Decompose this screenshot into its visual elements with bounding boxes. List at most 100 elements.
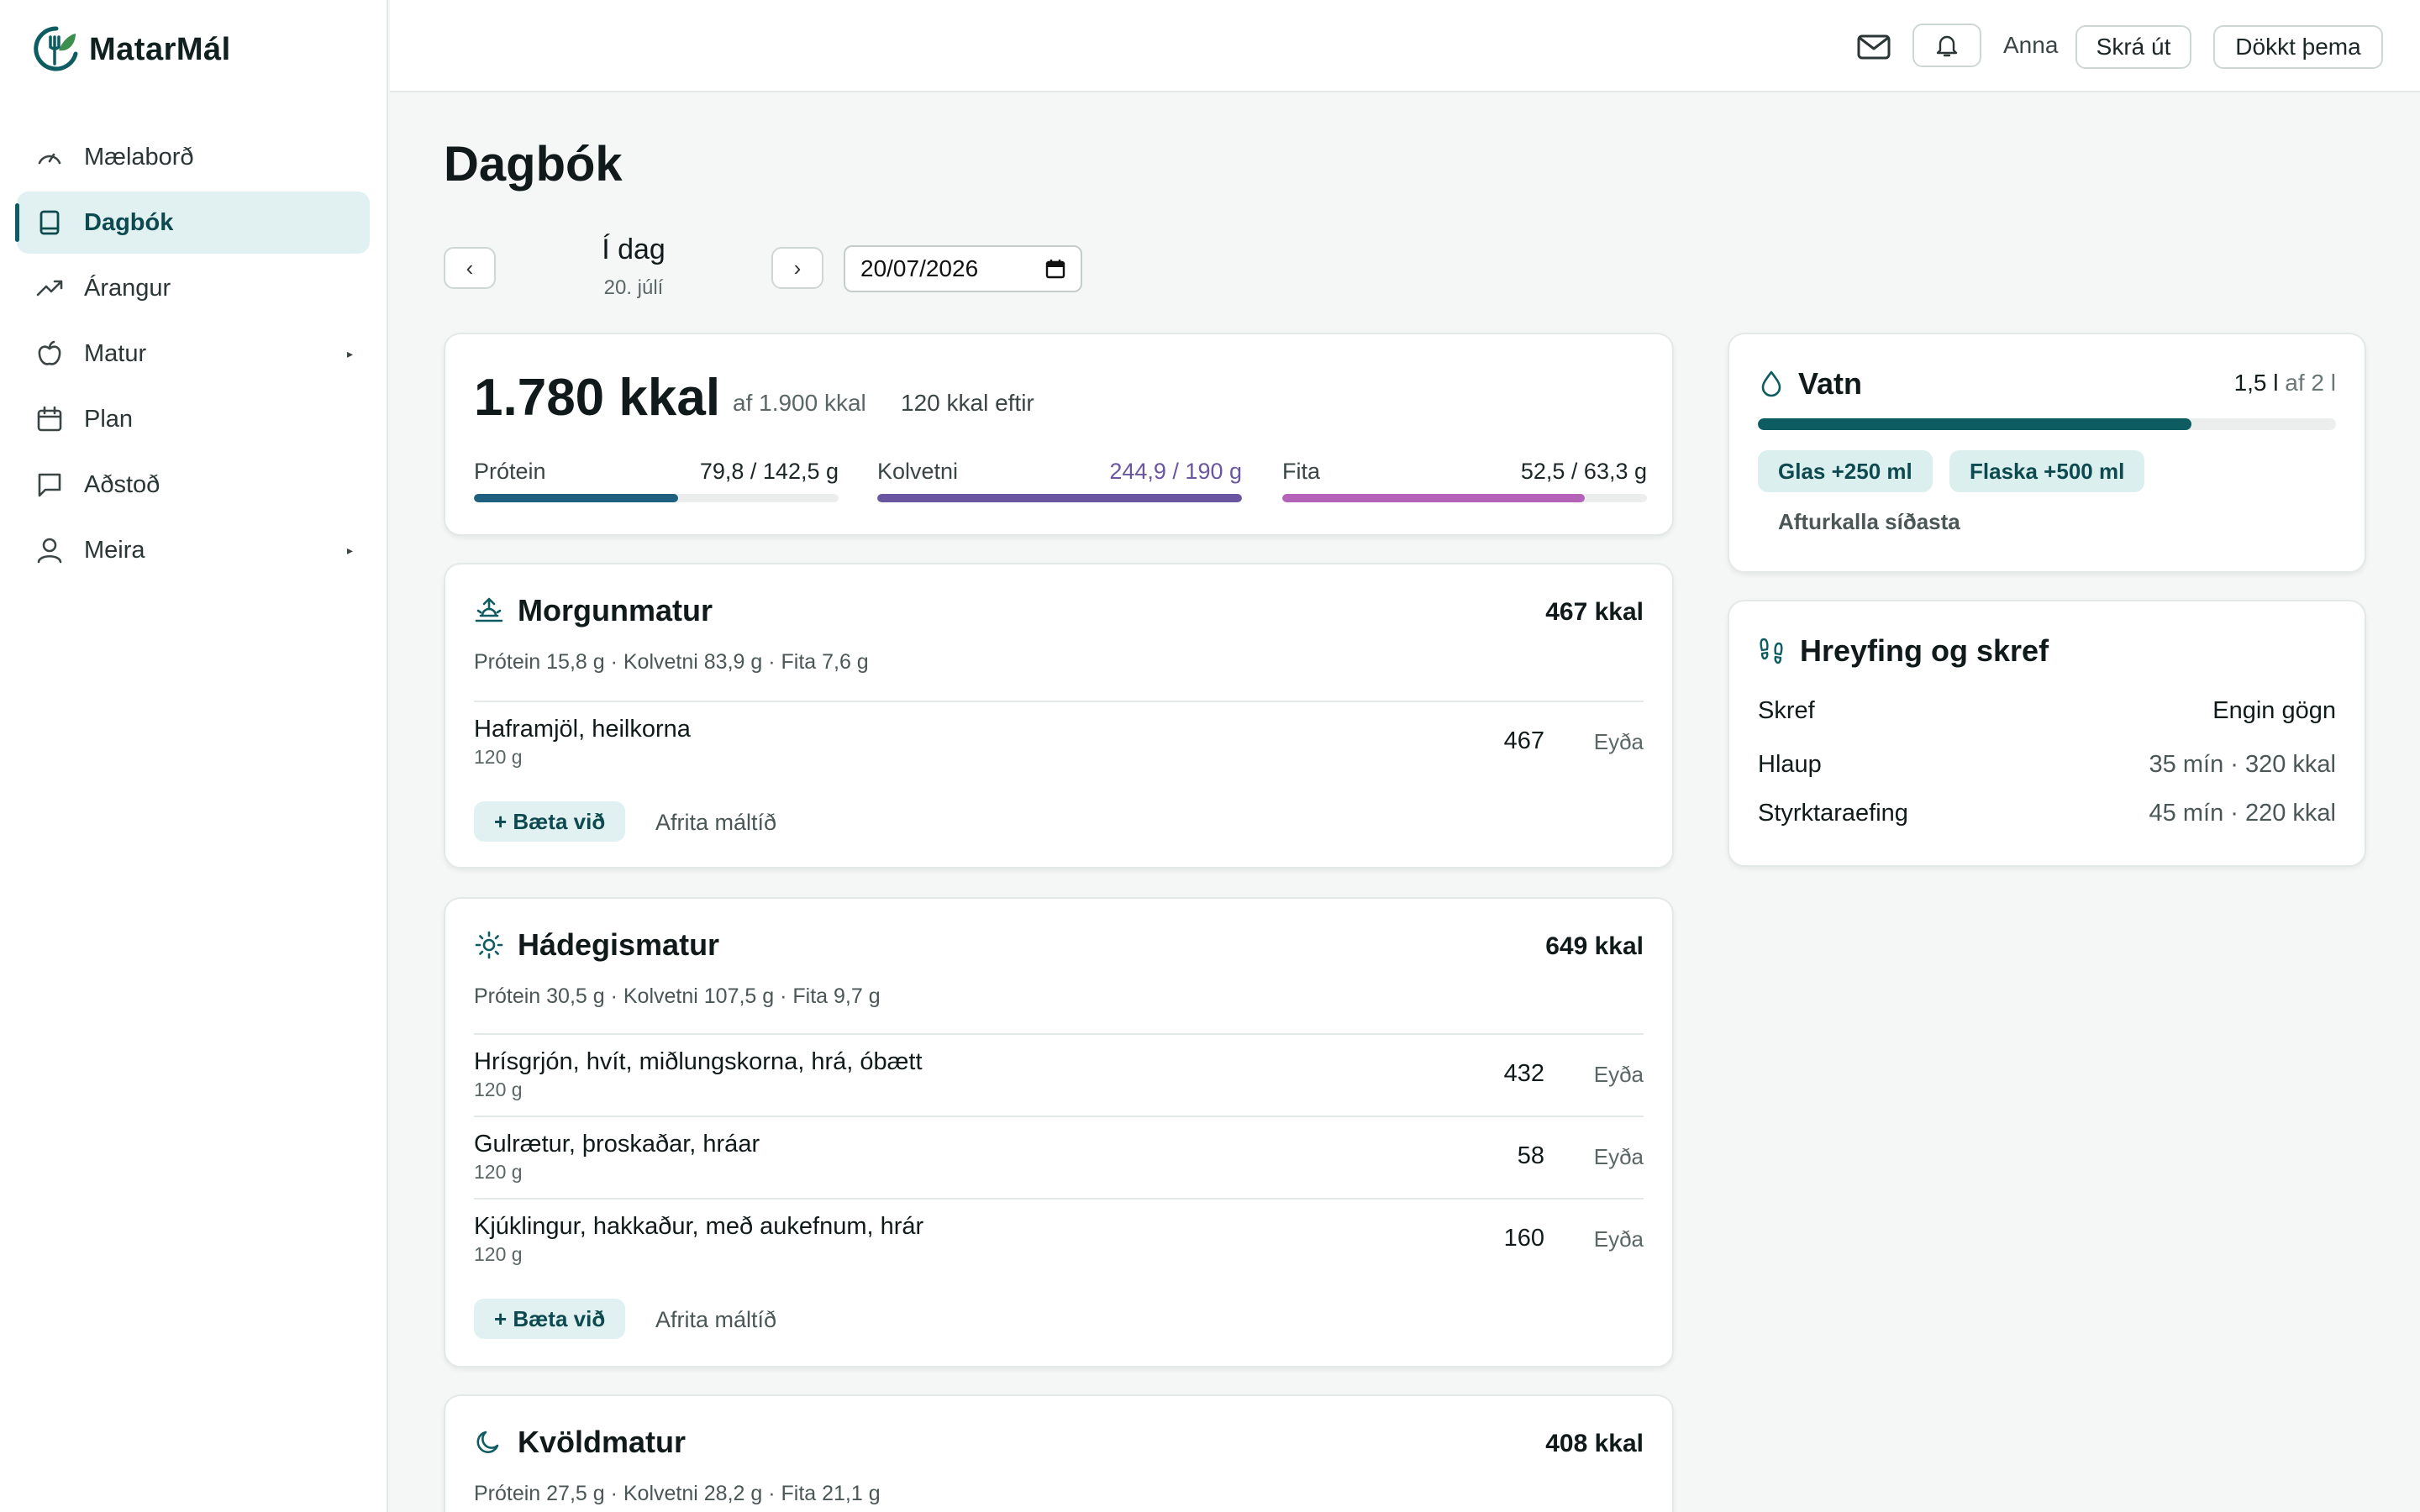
activity-card: Hreyfing og skref Skref Engin gögn Hlaup…: [1728, 600, 2366, 867]
water-drop-icon: [1761, 370, 1781, 397]
activity-label: Hlaup: [1758, 751, 1822, 778]
food-quantity: 120 g: [474, 1161, 523, 1183]
food-row: Gulrætur, þroskaðar, hráar 120 g 58 Eyða: [474, 1117, 1644, 1198]
macro-value: 52,5 / 63,3 g: [1520, 459, 1647, 484]
moon-icon: [476, 1431, 499, 1453]
macro-progress-track: [877, 494, 1242, 502]
date-text: 20. júlí: [603, 276, 664, 299]
meal-header: Kvöldmatur: [474, 1425, 686, 1460]
sunrise-icon: [475, 597, 503, 622]
activity-value: 35 mín · 320 kkal: [2149, 751, 2336, 778]
food-name: Gulrætur, þroskaðar, hráar: [474, 1131, 760, 1158]
mail-icon[interactable]: [1856, 30, 1891, 64]
meal-header: Morgunmatur: [474, 593, 713, 628]
chevron-right-icon: ▸: [346, 543, 353, 557]
app-logo[interactable]: MatarMál: [34, 25, 231, 74]
activity-label: Skref: [1758, 697, 1815, 724]
copy-meal-button[interactable]: Afrita máltíð: [655, 810, 776, 836]
meal-card-breakfast: Morgunmatur 467 kkal Prótein 15,8 g · Ko…: [444, 563, 1674, 869]
date-input[interactable]: 20/07/2026: [844, 245, 1082, 292]
water-progress-track: [1758, 418, 2336, 430]
undo-last-button[interactable]: Afturkalla síðasta: [1778, 509, 1960, 535]
day-label: Í dag: [602, 234, 666, 265]
sun-icon: [475, 931, 503, 959]
food-name: Hrísgrjón, hvít, miðlungskorna, hrá, óbæ…: [474, 1048, 923, 1075]
calendar-icon[interactable]: [1045, 259, 1065, 279]
sidebar-item-label: Árangur: [84, 274, 171, 302]
activity-label: Styrktaraefing: [1758, 800, 1908, 827]
food-row: Kjúklingur, hakkaður, með aukefnum, hrár…: [474, 1200, 1644, 1280]
meal-title: Hádegismatur: [518, 927, 720, 962]
activity-title: Hreyfing og skref: [1800, 633, 2049, 668]
copy-meal-button[interactable]: Afrita máltíð: [655, 1307, 776, 1333]
delete-food-button[interactable]: Eyða: [1594, 729, 1644, 755]
add-glass-button[interactable]: Glas +250 ml: [1758, 450, 1933, 492]
prev-day-button[interactable]: ‹: [444, 247, 496, 289]
sidebar-item-label: Aðstoð: [84, 470, 160, 498]
food-kcal: 432: [1503, 1060, 1544, 1087]
water-amount: 1,5 l af 2 l: [2234, 370, 2336, 396]
macro-label: Kolvetni: [877, 459, 959, 484]
water-card: Vatn 1,5 l af 2 l Glas +250 ml Flaska +5…: [1728, 333, 2366, 573]
daily-summary-card: 1.780 kkal af 1.900 kkal 120 kkal eftir …: [444, 333, 1674, 536]
kcal-total: 1.780 kkal: [474, 369, 721, 427]
food-quantity: 120 g: [474, 1243, 523, 1265]
water-consumed: 1,5 l: [2233, 370, 2279, 396]
page-title: Dagbók: [444, 137, 623, 192]
kcal-remaining: 120 kkal eftir: [901, 390, 1034, 416]
sidebar-item-matur[interactable]: Matur ▸: [17, 323, 370, 385]
sidebar-item-maelabord[interactable]: Mælaborð: [17, 126, 370, 188]
food-name: Haframjöl, heilkorna: [474, 716, 691, 743]
meal-kcal: 408 kkal: [1545, 1430, 1644, 1457]
food-quantity: 120 g: [474, 1079, 523, 1100]
notifications-button[interactable]: [1912, 24, 1981, 67]
sidebar-item-dagbok[interactable]: Dagbók: [15, 192, 370, 254]
food-kcal: 160: [1503, 1225, 1544, 1252]
kcal-goal: af 1.900 kkal: [733, 390, 866, 416]
food-row: Haframjöl, heilkorna 120 g 467 Eyða: [474, 702, 1644, 783]
logout-button[interactable]: Skrá út: [2075, 25, 2191, 69]
sidebar-item-label: Plan: [84, 405, 134, 433]
chevron-right-icon: ▸: [346, 346, 353, 360]
macro-progress-fill: [1282, 494, 1586, 502]
trending-up-icon: [36, 280, 63, 297]
footprints-icon: [1760, 638, 1783, 664]
delete-food-button[interactable]: Eyða: [1594, 1062, 1644, 1088]
macro-label: Fita: [1282, 459, 1321, 484]
food-kcal: 467: [1503, 727, 1544, 754]
meal-title: Morgunmatur: [518, 593, 713, 627]
sidebar-item-arangur[interactable]: Árangur: [17, 257, 370, 319]
water-title: Vatn: [1798, 366, 1863, 401]
activity-value: Engin gögn: [2212, 697, 2336, 724]
meal-header: Hádegismatur: [474, 927, 719, 963]
app-name: MatarMál: [89, 31, 231, 67]
gauge-icon: [38, 153, 61, 165]
add-food-button[interactable]: + Bæta við: [474, 1299, 626, 1339]
next-day-button[interactable]: ›: [771, 247, 823, 289]
meal-kcal: 649 kkal: [1545, 932, 1644, 960]
macro-progress-fill: [877, 494, 1242, 502]
meal-card-dinner: Kvöldmatur 408 kkal Prótein 27,5 g · Kol…: [444, 1394, 1674, 1512]
sidebar-item-label: Meira: [84, 536, 145, 564]
user-name: Anna: [2003, 32, 2059, 58]
date-label: Í dag 20. júlí: [538, 234, 729, 300]
date-input-value: 20/07/2026: [860, 255, 979, 281]
add-bottle-button[interactable]: Flaska +500 ml: [1949, 450, 2145, 492]
water-progress-fill: [1758, 418, 2191, 430]
macro-progress-track: [1282, 494, 1647, 502]
add-food-button[interactable]: + Bæta við: [474, 801, 626, 842]
delete-food-button[interactable]: Eyða: [1594, 1226, 1644, 1252]
sidebar-item-plan[interactable]: Plan: [17, 388, 370, 450]
top-bar: Anna Skrá út Dökkt þema: [390, 0, 2420, 92]
sidebar-item-label: Dagbók: [84, 208, 174, 236]
macro-progress-fill: [474, 494, 679, 502]
sidebar-item-adstod[interactable]: Aðstoð: [17, 454, 370, 516]
meal-macros: Prótein 15,8 g · Kolvetni 83,9 g · Fita …: [474, 650, 869, 674]
sidebar-item-meira[interactable]: Meira ▸: [17, 519, 370, 581]
delete-food-button[interactable]: Eyða: [1594, 1144, 1644, 1170]
food-row: Hrísgrjón, hvít, miðlungskorna, hrá, óbæ…: [474, 1035, 1644, 1116]
water-header: Vatn: [1758, 366, 1862, 402]
food-name: Kjúklingur, hakkaður, með aukefnum, hrár: [474, 1213, 924, 1240]
dark-theme-button[interactable]: Dökkt þema: [2213, 25, 2383, 69]
macro-value: 79,8 / 142,5 g: [699, 459, 839, 484]
